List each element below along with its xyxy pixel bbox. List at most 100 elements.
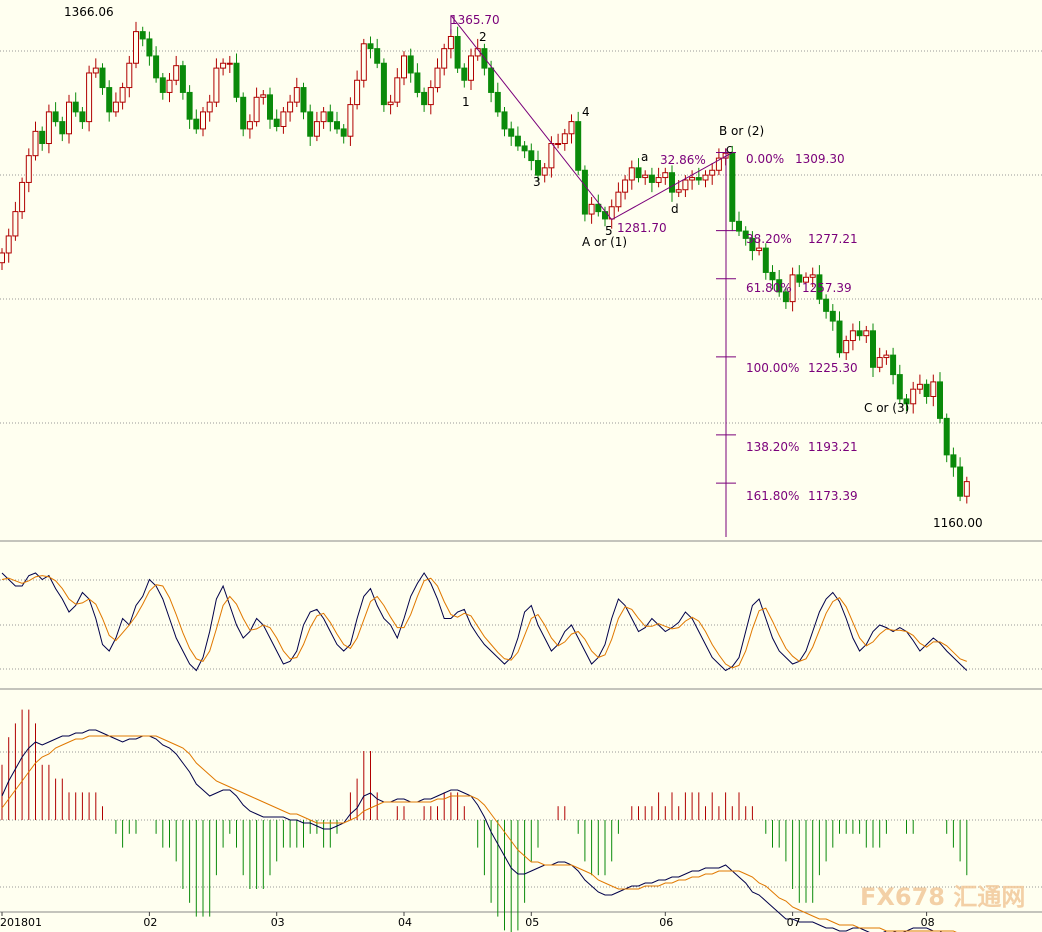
candle-body — [588, 203, 595, 215]
candle-body — [628, 167, 635, 181]
chart: 201801 02 03 04 05 06 07 08 1366.06 1365.70 1 2… — [0, 0, 1042, 932]
candle-body — [695, 177, 702, 181]
candle-body — [863, 330, 870, 337]
candle-body — [25, 155, 32, 183]
candle-body — [943, 417, 950, 456]
candle-body — [354, 79, 361, 106]
candle-body — [501, 111, 508, 130]
candle-body — [66, 101, 72, 135]
candle-body — [52, 111, 59, 123]
candle-body — [957, 466, 964, 497]
candle-body — [508, 128, 515, 137]
candle-body — [360, 43, 367, 81]
candle-body — [514, 135, 521, 147]
candle-body — [535, 160, 541, 176]
candle-body — [729, 152, 736, 222]
fib-value-2: 1257.39 — [802, 281, 852, 295]
candle-body — [253, 96, 260, 123]
candle-body — [809, 274, 816, 278]
candle-body — [233, 62, 240, 98]
candle-body — [206, 101, 213, 113]
candle-body — [528, 150, 535, 162]
candle-body — [461, 67, 468, 81]
watermark: FX678 汇通网 — [860, 883, 1025, 911]
wave-label-4: 4 — [582, 105, 590, 119]
fib-value-3: 1225.30 — [808, 361, 858, 375]
candle-body — [273, 118, 280, 127]
candle-body — [226, 62, 233, 65]
candle-body — [394, 77, 401, 103]
label-pct-3286: 32.86% — [660, 153, 706, 167]
candle-body — [890, 354, 897, 376]
candle-body — [555, 143, 562, 146]
candle-body — [72, 101, 79, 113]
candle-body — [387, 101, 394, 106]
candle-body — [5, 235, 12, 254]
candle-body — [293, 87, 300, 103]
candle-body — [313, 121, 320, 137]
candle-body — [260, 94, 267, 98]
candle-body — [930, 381, 937, 397]
fib-value-1: 1277.21 — [808, 232, 858, 246]
candle-body — [133, 31, 139, 64]
candle-body — [307, 111, 314, 137]
candle-body — [340, 128, 347, 137]
candle-body — [910, 388, 917, 405]
candle-body — [823, 298, 830, 312]
fib-value-4: 1193.21 — [808, 440, 858, 454]
candle-body — [240, 96, 247, 130]
candle-body — [401, 55, 407, 79]
candle-body — [662, 172, 669, 179]
candle-body — [468, 55, 474, 81]
candle-body — [441, 48, 448, 69]
fib-value-0: 1309.30 — [795, 152, 845, 166]
candle-body — [280, 111, 287, 127]
fib-pct-3: 100.00% — [746, 361, 799, 375]
candle-body — [923, 383, 930, 397]
candle-body — [19, 181, 26, 213]
candle-body — [347, 104, 354, 137]
candle-body — [179, 65, 186, 93]
candle-body — [159, 77, 166, 93]
candle-body — [380, 62, 387, 106]
candle-body — [106, 87, 113, 113]
candle-body — [447, 35, 454, 50]
candle-body — [916, 383, 923, 390]
candle-body — [454, 35, 461, 69]
wave-label-c: c — [726, 142, 733, 156]
candle-body — [762, 247, 769, 273]
candle-body — [427, 87, 434, 106]
x-tick-label: 02 — [143, 916, 157, 929]
candle-body — [642, 174, 649, 179]
candle-body — [200, 111, 206, 130]
candle-body — [756, 247, 763, 252]
wave-label-3: 3 — [533, 175, 541, 189]
candle-body — [153, 55, 160, 79]
label-b-or-2: B or (2) — [719, 124, 764, 138]
candle-body — [99, 67, 106, 89]
label-c-or-3: C or (3) — [864, 401, 909, 415]
candle-body — [434, 67, 441, 89]
fib-pct-2: 61.80% — [746, 281, 792, 295]
fib-pct-4: 138.20% — [746, 440, 799, 454]
candle-body — [682, 179, 689, 191]
label-low-final: 1160.00 — [933, 516, 983, 530]
candle-body — [541, 167, 548, 176]
candle-body — [648, 174, 655, 183]
candle-body — [246, 121, 253, 130]
candle-body — [139, 31, 146, 40]
candle-body — [769, 271, 776, 281]
wave-label-2: 2 — [479, 30, 487, 44]
x-tick-label: 201801 — [0, 916, 42, 929]
candle-body — [849, 330, 856, 342]
candle-body — [702, 174, 709, 181]
candle-body — [213, 67, 220, 103]
candle-body — [173, 65, 180, 81]
candle-body — [414, 72, 421, 93]
candle-body — [220, 62, 227, 69]
x-tick-label: 03 — [271, 916, 285, 929]
candle-body — [675, 189, 682, 193]
x-tick-label: 08 — [921, 916, 935, 929]
candle-body — [568, 121, 575, 135]
candle-body — [186, 91, 193, 120]
